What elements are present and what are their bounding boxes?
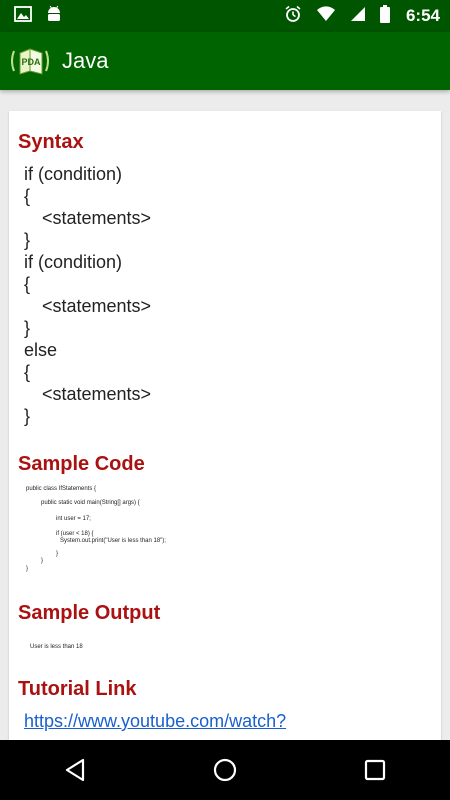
syntax-line: <statements> — [42, 208, 152, 228]
recents-icon — [364, 759, 386, 781]
syntax-line: else — [24, 340, 58, 360]
alarm-icon — [284, 5, 302, 28]
app-logo-icon[interactable]: PDA — [8, 41, 52, 81]
android-icon — [46, 5, 62, 28]
code-line: int user = 17; — [56, 516, 91, 522]
code-line: } — [41, 558, 44, 564]
code-line: } — [26, 566, 29, 572]
app-logo-text: PDA — [21, 57, 41, 67]
syntax-line: <statements> — [42, 296, 152, 316]
sample-output-text: User is less than 18 — [30, 644, 83, 650]
signal-icon — [350, 6, 366, 27]
tutorial-title: Tutorial Link — [18, 678, 137, 700]
syntax-line: } — [24, 230, 31, 250]
status-left — [14, 5, 62, 28]
status-time: 6:54 — [405, 6, 440, 25]
image-icon — [14, 5, 32, 27]
home-icon — [213, 758, 237, 782]
code-line: } — [56, 551, 59, 557]
tutorial-link[interactable]: https://www.youtube.com/watch? — [24, 711, 286, 732]
app-title: Java — [62, 48, 109, 73]
syntax-line: { — [24, 186, 31, 206]
syntax-line: } — [24, 406, 31, 426]
syntax-title: Syntax — [18, 131, 84, 153]
code-line: public class IfStatements { — [26, 486, 97, 492]
status-bar: 6:54 — [0, 0, 450, 32]
code-line: if (user < 18) { — [56, 531, 94, 537]
syntax-line: <statements> — [42, 384, 152, 404]
wifi-icon — [316, 5, 336, 27]
syntax-line: { — [24, 274, 31, 294]
detail-card: Syntax if (condition) { <statements> } i… — [9, 111, 441, 740]
battery-icon — [379, 4, 390, 28]
syntax-line: if (condition) — [24, 252, 123, 272]
syntax-block: if (condition) { <statements> } if (cond… — [24, 163, 151, 427]
app-bar: PDA Java — [0, 32, 450, 90]
syntax-line: { — [24, 362, 31, 382]
sample-output-title: Sample Output — [18, 602, 161, 624]
code-line: System.out.print("User is less than 18")… — [60, 538, 166, 544]
sample-code-title: Sample Code — [18, 453, 145, 475]
code-line: public static void main(String[] args) { — [41, 500, 140, 506]
navigation-bar — [0, 740, 450, 800]
back-icon — [65, 758, 85, 782]
status-right: 6:54 — [284, 4, 440, 28]
back-button[interactable] — [45, 740, 105, 800]
syntax-line: if (condition) — [24, 164, 123, 184]
home-button[interactable] — [195, 740, 255, 800]
content-scroll-area[interactable]: Syntax if (condition) { <statements> } i… — [0, 90, 450, 740]
syntax-line: } — [24, 318, 31, 338]
recents-button[interactable] — [345, 740, 405, 800]
